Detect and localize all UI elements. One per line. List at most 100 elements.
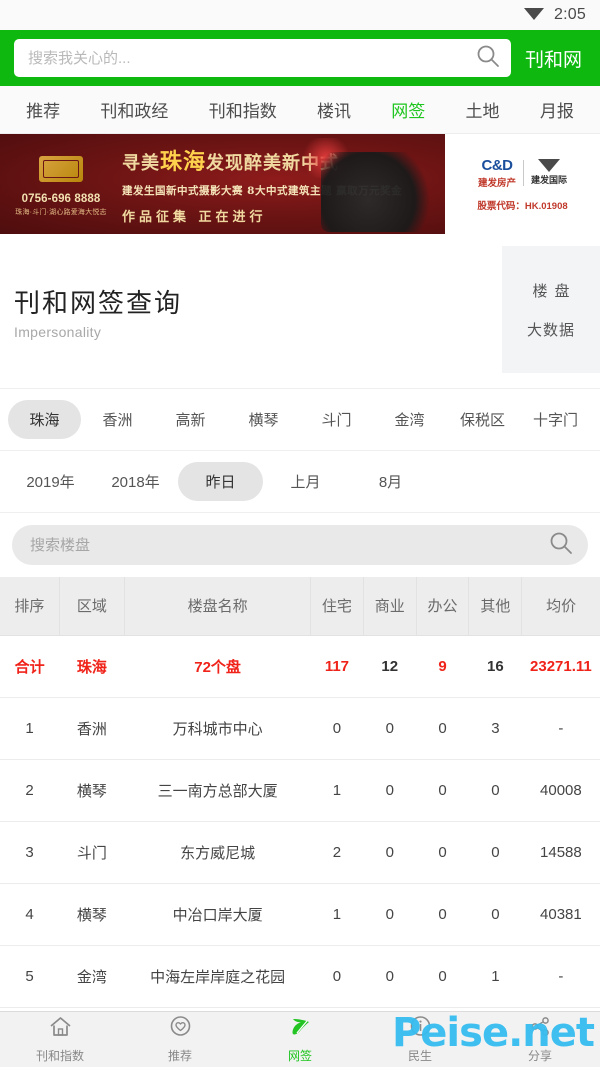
cd-cn-text: 建发房产 [477, 177, 516, 189]
cell-other: 1 [468, 945, 522, 1008]
cell-avg-price: - [521, 945, 600, 1008]
district-chip-shizimen[interactable]: 十字门 [519, 400, 592, 439]
bottom-nav-label: 民生 [407, 1049, 432, 1063]
ad-sponsor-block[interactable]: C&D 建发房产 建发国际 股票代码：HK.01908 [445, 134, 600, 234]
bottom-nav-label: 网签 [287, 1049, 312, 1063]
cell-name: 东方威尼城 [124, 821, 311, 884]
table-row[interactable]: 2 横琴 三一南方总部大厦 1 0 0 0 40008 [0, 759, 600, 822]
district-chip-zhuhai[interactable]: 珠海 [8, 400, 81, 439]
district-chip-xiangzhou[interactable]: 香洲 [81, 400, 154, 439]
ad-headline-highlight: 珠海 [160, 148, 207, 175]
cell-office: 0 [416, 945, 469, 1008]
cell-commercial: 0 [363, 883, 417, 946]
col-header-other[interactable]: 其他 [468, 577, 523, 636]
status-time: 2:05 [554, 6, 586, 23]
nav-tab-tudi[interactable]: 土地 [466, 97, 500, 122]
nav-tab-louxun[interactable]: 楼讯 [317, 97, 351, 122]
col-header-area[interactable]: 区域 [59, 577, 126, 636]
ad-phone: 0756-696 8888 [21, 192, 101, 205]
ad-banner-image[interactable]: 0756-696 8888 珠海·斗门·湖心路爱海大悦志 寻美珠海发现醉美新中式… [0, 134, 445, 234]
brand-label[interactable]: 刊和网 [521, 45, 590, 72]
nav-tab-yuebao[interactable]: 月报 [540, 97, 574, 122]
estate-search-box[interactable] [12, 525, 588, 565]
cell-other: 0 [468, 759, 522, 822]
bottom-nav-item-fenxiang[interactable]: 分享 [480, 1015, 600, 1064]
search-icon[interactable] [548, 530, 574, 561]
district-chip-gaoxin[interactable]: 高新 [154, 400, 227, 439]
cell-avg-price: 40008 [521, 759, 600, 822]
side-panel-item-loupan[interactable]: 楼盘 [525, 280, 576, 301]
cell-rank: 5 [0, 945, 60, 1008]
cell-area: 斗门 [59, 821, 125, 884]
date-chip-august[interactable]: 8月 [348, 462, 433, 501]
side-panel[interactable]: 楼盘 大数据 [502, 246, 600, 373]
nav-tab-tuijian[interactable]: 推荐 [26, 97, 60, 122]
status-bar: 2:05 [0, 0, 600, 30]
estate-search-input[interactable] [30, 536, 548, 554]
side-panel-item-dashuju[interactable]: 大数据 [527, 319, 575, 340]
col-header-name[interactable]: 楼盘名称 [124, 577, 312, 636]
cell-name: 72个盘 [124, 635, 311, 698]
table-row[interactable]: 5 金湾 中海左岸岸庭之花园 0 0 0 1 - [0, 945, 600, 1008]
cd-intl-logo: 建发国际 [531, 159, 567, 186]
divider [523, 159, 524, 186]
cell-avg-price: 40381 [521, 883, 600, 946]
col-header-residential[interactable]: 住宅 [310, 577, 364, 636]
col-header-avg-price[interactable]: 均价 [521, 577, 600, 636]
nav-tab-zhishu[interactable]: 刊和指数 [209, 97, 277, 122]
cell-area: 珠海 [59, 635, 125, 698]
cell-residential: 117 [310, 635, 364, 698]
heart-circle-icon [168, 1015, 193, 1044]
sponsor-logos: C&D 建发房产 建发国际 [478, 157, 567, 189]
cell-name: 中海左岸岸庭之花园 [124, 945, 311, 1008]
bottom-nav-label: 分享 [527, 1049, 552, 1063]
cd-intl-text: 建发国际 [531, 175, 568, 185]
table-row[interactable]: 1 香洲 万科城市中心 0 0 0 3 - [0, 697, 600, 760]
cell-office: 0 [416, 759, 469, 822]
signing-table: 排序 区域 楼盘名称 住宅 商业 办公 其他 均价 合计 珠海 72个盘 117… [0, 577, 600, 1008]
app-header: 刊和网 [0, 30, 600, 86]
table-row[interactable]: 3 斗门 东方威尼城 2 0 0 0 14588 [0, 821, 600, 884]
date-chip-2019[interactable]: 2019年 [8, 462, 93, 501]
ad-banner[interactable]: 0756-696 8888 珠海·斗门·湖心路爱海大悦志 寻美珠海发现醉美新中式… [0, 134, 600, 234]
table-row[interactable]: 4 横琴 中冶口岸大厦 1 0 0 0 40381 [0, 883, 600, 946]
bottom-nav-label: 推荐 [167, 1049, 192, 1063]
table-row-total[interactable]: 合计 珠海 72个盘 117 12 9 16 23271.11 [0, 635, 600, 698]
cd-logo: C&D 建发房产 [478, 157, 516, 189]
date-chip-yesterday[interactable]: 昨日 [178, 462, 263, 501]
share-icon [528, 1015, 553, 1044]
cell-area: 横琴 [59, 759, 125, 822]
cell-residential: 2 [310, 821, 364, 884]
col-header-rank[interactable]: 排序 [0, 577, 60, 636]
bottom-nav-item-zhishu[interactable]: 刊和指数 [0, 1015, 120, 1064]
date-chip-2018[interactable]: 2018年 [93, 462, 178, 501]
nav-tab-wangqian[interactable]: 网签 [391, 97, 425, 122]
cell-residential: 1 [310, 883, 364, 946]
search-icon[interactable] [475, 43, 501, 74]
district-chip-baoshuiqu[interactable]: 保税区 [446, 400, 519, 439]
cell-name: 中冶口岸大厦 [124, 883, 311, 946]
search-input[interactable] [28, 49, 475, 67]
cd-mark-text: C&D [481, 156, 513, 174]
date-chip-last-month[interactable]: 上月 [263, 462, 348, 501]
ad-advertiser-logo: 0756-696 8888 珠海·斗门·湖心路爱海大悦志 [0, 152, 122, 217]
district-chip-doumen[interactable]: 斗门 [300, 400, 373, 439]
bottom-nav-item-minsheng[interactable]: 民生 [360, 1015, 480, 1064]
nav-tab-zhengjing[interactable]: 刊和政经 [100, 97, 168, 122]
cell-office: 0 [416, 883, 469, 946]
camera-decoration-icon [321, 152, 439, 232]
district-chip-hengqin[interactable]: 横琴 [227, 400, 300, 439]
cell-residential: 0 [310, 697, 364, 760]
table-header-row: 排序 区域 楼盘名称 住宅 商业 办公 其他 均价 [0, 577, 600, 636]
global-search-box[interactable] [14, 39, 511, 77]
seal-icon [39, 155, 83, 182]
district-chip-jinwan[interactable]: 金湾 [373, 400, 446, 439]
bottom-nav-item-tuijian[interactable]: 推荐 [120, 1015, 240, 1064]
col-header-office[interactable]: 办公 [416, 577, 470, 636]
cell-office: 0 [416, 697, 469, 760]
cell-name: 三一南方总部大厦 [124, 759, 311, 822]
wifi-icon [523, 5, 545, 26]
cell-commercial: 12 [363, 635, 417, 698]
col-header-commercial[interactable]: 商业 [363, 577, 417, 636]
bottom-nav-item-wangqian[interactable]: 网签 [240, 1015, 360, 1064]
